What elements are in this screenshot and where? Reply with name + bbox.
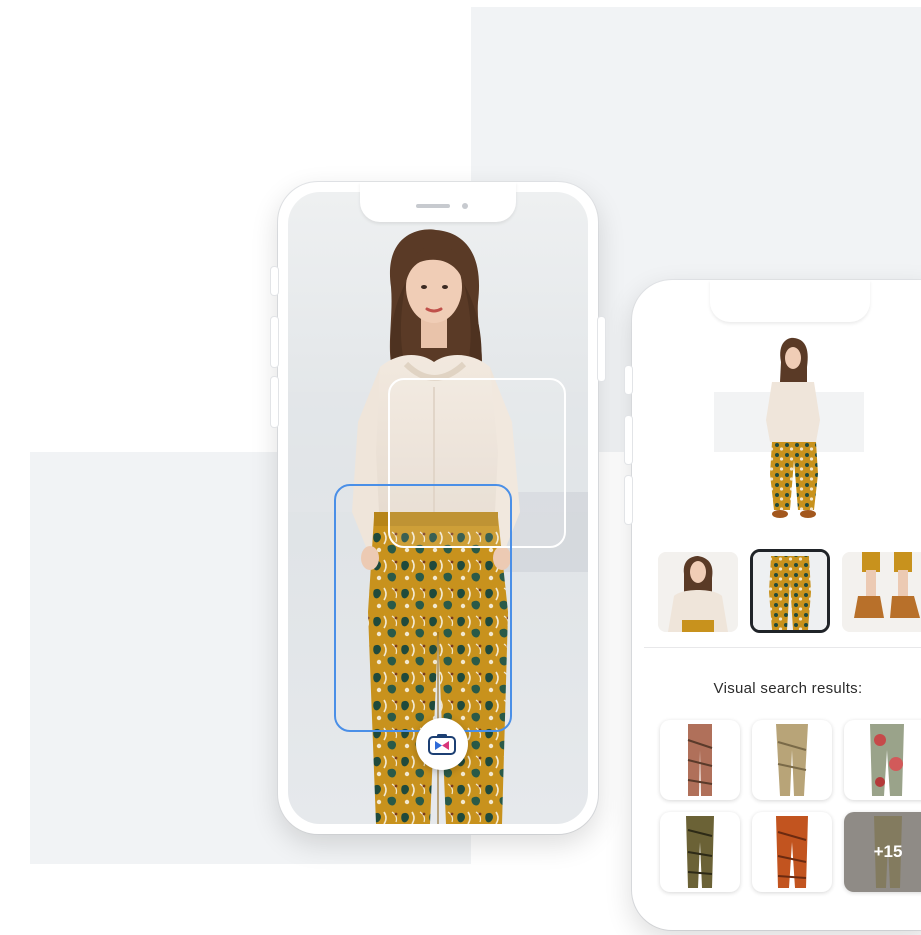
crop-thumbnail-shoes[interactable] — [842, 552, 921, 632]
phone-side-button — [271, 377, 278, 427]
camera-icon — [428, 733, 456, 755]
camera-viewfinder — [288, 192, 588, 824]
crop-thumbnail-trousers-selected[interactable] — [750, 549, 830, 633]
phone-side-button — [598, 317, 605, 381]
phone-front-camera — [462, 203, 468, 209]
phone-side-button — [625, 416, 632, 464]
phone-side-button — [625, 366, 632, 394]
results-heading: Visual search results: — [713, 680, 863, 697]
results-phone: Visual search results: +15 — [625, 280, 921, 930]
result-item[interactable] — [660, 720, 740, 800]
camera-button[interactable] — [416, 718, 468, 770]
result-item[interactable] — [752, 720, 832, 800]
result-item[interactable] — [844, 720, 921, 800]
camera-phone — [271, 182, 605, 834]
phone-notch — [710, 280, 870, 322]
selection-box[interactable] — [334, 484, 512, 732]
query-photo — [644, 292, 921, 530]
result-item[interactable] — [660, 812, 740, 892]
result-item[interactable] — [752, 812, 832, 892]
phone-side-button — [625, 476, 632, 524]
results-screen: Visual search results: +15 — [644, 292, 921, 918]
phone-notch — [360, 182, 516, 222]
phone-speaker — [416, 204, 450, 208]
phone-side-button — [271, 317, 278, 367]
phone-side-button — [271, 267, 278, 295]
more-results-count: +15 — [873, 842, 903, 861]
crop-thumbnail-blouse[interactable] — [658, 552, 738, 632]
divider — [644, 647, 921, 648]
result-item-more[interactable]: +15 — [844, 812, 921, 892]
